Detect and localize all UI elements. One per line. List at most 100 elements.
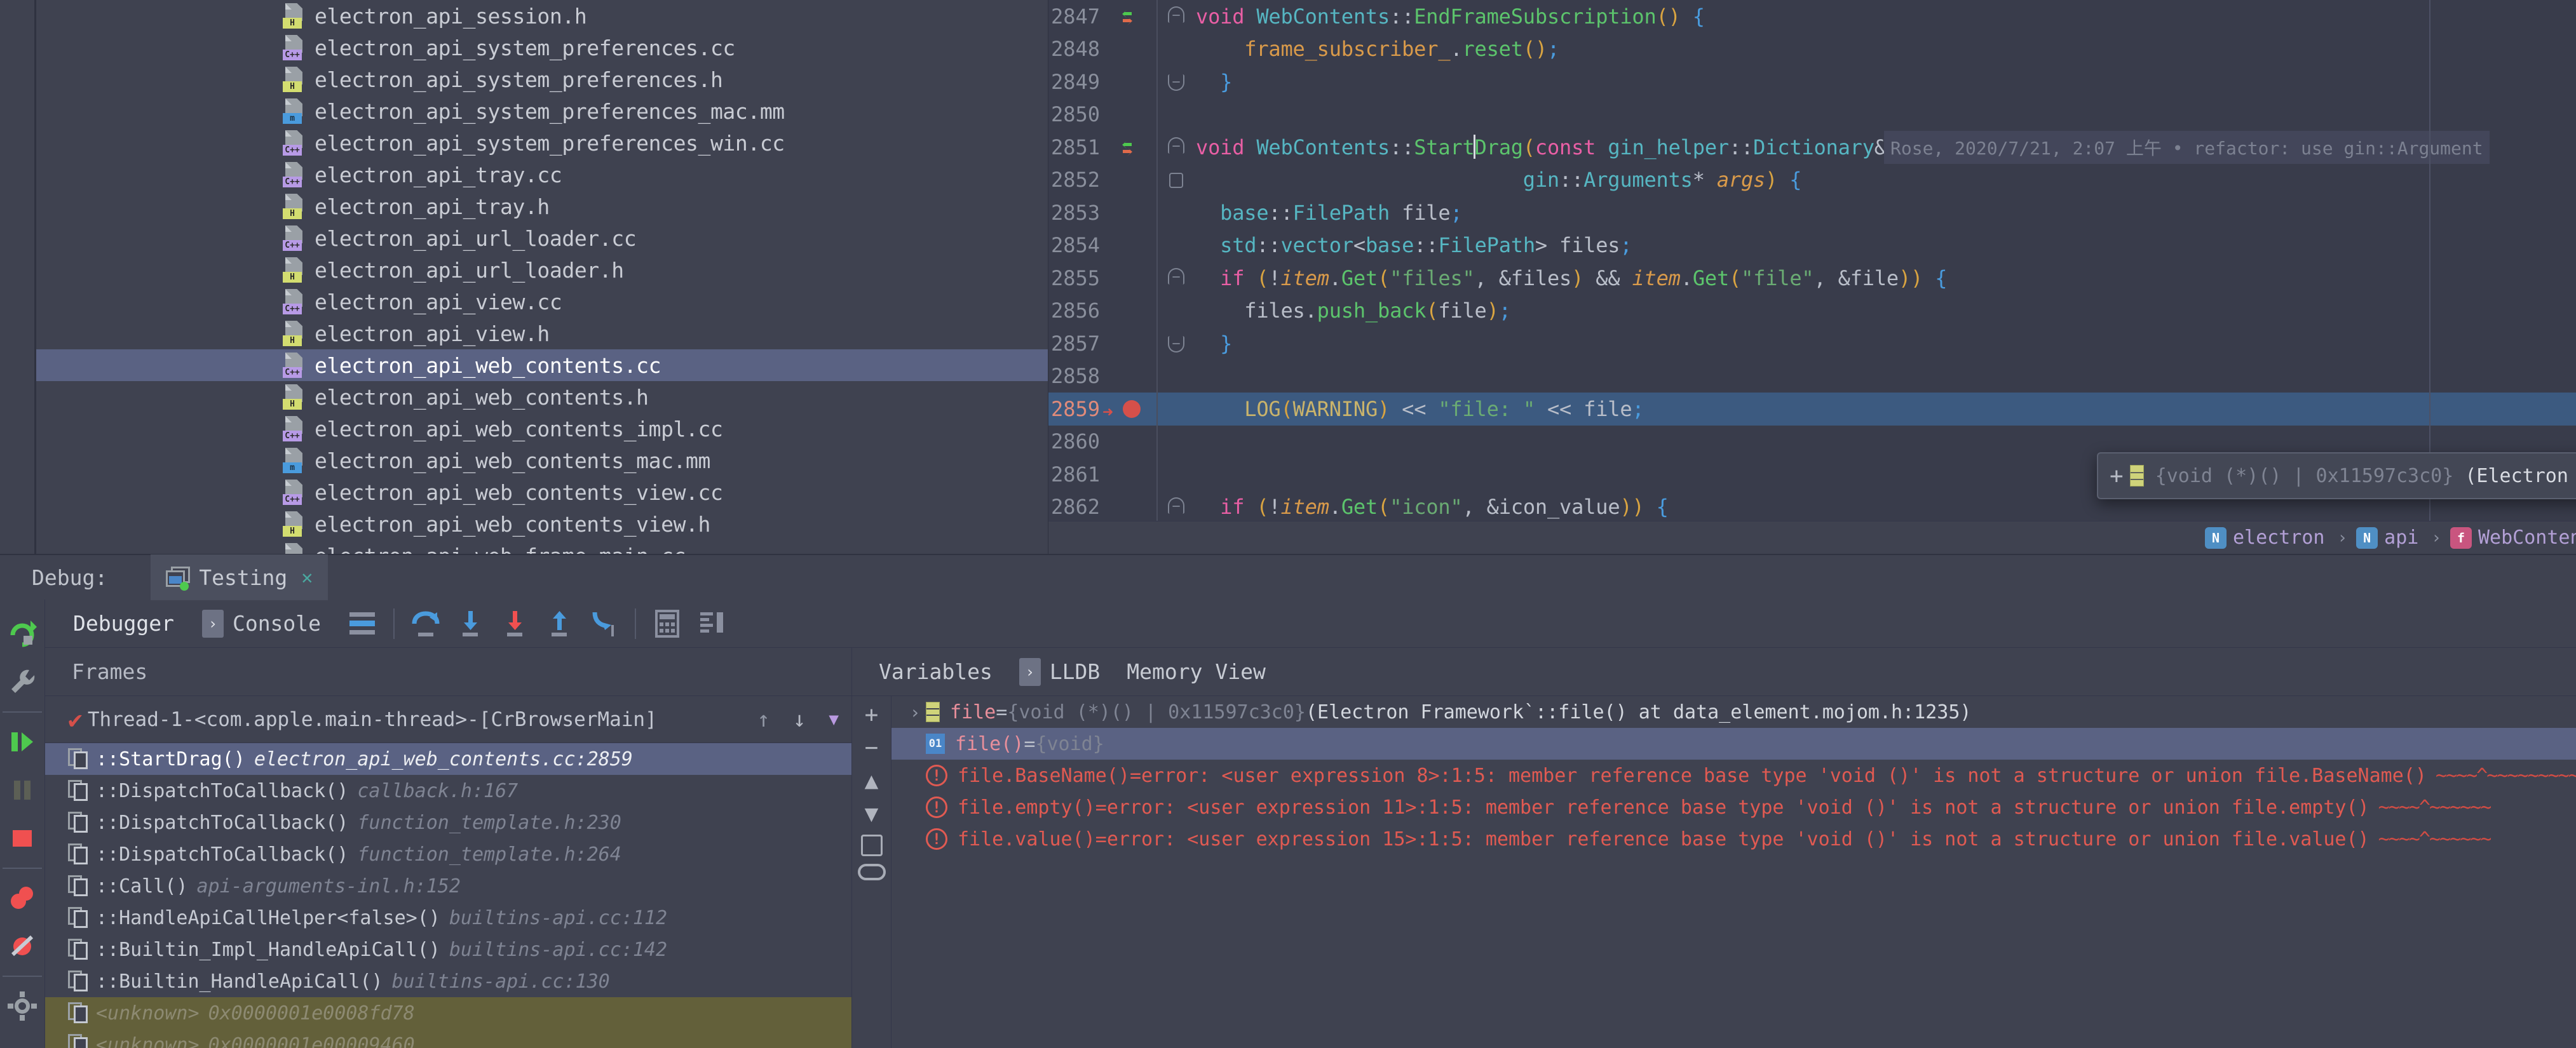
gear-icon[interactable] [0, 982, 44, 1030]
gutter-icons[interactable] [1109, 262, 1156, 295]
debug-side-toolbar[interactable] [0, 600, 45, 1048]
tree-item[interactable]: Helectron_api_tray.h [35, 191, 1048, 222]
variables-tabbar[interactable]: Variables›LLDBMemory View [852, 648, 2576, 696]
frame-row[interactable]: ::Builtin_HandleApiCall()builtins-api.cc… [45, 965, 851, 997]
tree-item[interactable]: melectron_api_system_preferences_mac.mm [35, 95, 1048, 127]
code-line[interactable]: 2857− } [1048, 327, 2576, 360]
breadcrumb-item[interactable]: fWebContents::StartDrag [2450, 527, 2576, 549]
thread-controls[interactable]: ↑ ↓ ▼ [757, 707, 839, 732]
gutter-icons[interactable] [1109, 196, 1156, 229]
variables-gutter-toolbar[interactable]: + − ▲ ▼ [852, 696, 891, 1048]
project-tree[interactable]: Helectron_api_session.hC++electron_api_s… [35, 0, 1048, 554]
gutter-icons[interactable] [1109, 98, 1156, 131]
fold-gutter[interactable] [1156, 33, 1196, 66]
frames-panel[interactable]: Frames ✔ Thread-1-<com.apple.main-thread… [45, 648, 852, 1048]
fold-end-icon[interactable]: − [1168, 74, 1184, 91]
fold-gutter[interactable] [1156, 393, 1196, 426]
fold-collapse-icon[interactable]: − [1168, 6, 1184, 23]
code-line[interactable]: 2854 std::vector<base::FilePath> files; [1048, 229, 2576, 262]
tree-item[interactable]: Helectron_api_view.h [35, 318, 1048, 349]
fold-gutter[interactable] [1156, 98, 1196, 131]
layout-icon[interactable] [340, 600, 384, 648]
tree-item[interactable]: Helectron_api_web_contents.h [35, 381, 1048, 413]
gutter-icons[interactable] [1109, 491, 1156, 524]
fold-gutter[interactable] [1156, 164, 1196, 197]
resume-icon[interactable] [0, 718, 44, 766]
variables-tab[interactable]: ›LLDB [1019, 658, 1100, 686]
fold-collapse-icon[interactable]: − [1168, 497, 1184, 514]
chevron-right-icon[interactable]: › [202, 610, 224, 638]
code-line[interactable]: 2858 [1048, 360, 2576, 393]
variables-list[interactable]: ›file = {void (*)() | 0x11597c3c0} (Elec… [891, 696, 2576, 1048]
view-breakpoints-icon[interactable] [0, 874, 44, 922]
tooltip-plus-icon[interactable]: + [2110, 463, 2124, 489]
gutter-icons[interactable] [1109, 229, 1156, 262]
tree-item[interactable]: C++electron_api_web_frame_main.cc [35, 540, 1048, 554]
gutter-icons[interactable] [1109, 131, 1156, 164]
frame-row[interactable]: <unknown>0x0000001e0008fd78 [45, 997, 851, 1029]
code-text[interactable]: if (!item.Get("files", &files) && item.G… [1196, 266, 1947, 290]
tree-item[interactable]: C++electron_api_url_loader.cc [35, 222, 1048, 254]
code-text[interactable]: } [1196, 70, 1232, 94]
code-line[interactable]: 2852 gin::Arguments* args) { [1048, 164, 2576, 197]
fold-brace-icon[interactable] [1169, 173, 1183, 188]
fold-gutter[interactable]: − [1156, 131, 1196, 164]
frame-row[interactable]: ::Call()api-arguments-inl.h:152 [45, 870, 851, 902]
breakpoint-icon[interactable] [1123, 400, 1141, 418]
tree-item[interactable]: C++electron_api_system_preferences.cc [35, 32, 1048, 64]
run-gutter-icon[interactable] [1114, 5, 1141, 29]
tree-item[interactable]: Helectron_api_session.h [35, 0, 1048, 32]
fold-end-icon[interactable]: − [1168, 336, 1184, 353]
copy-icon[interactable] [861, 835, 883, 856]
step-over-icon[interactable] [403, 600, 448, 648]
fold-gutter[interactable] [1156, 360, 1196, 393]
fold-gutter[interactable]: − [1156, 327, 1196, 360]
variable-row[interactable]: ›file = {void (*)() | 0x11597c3c0} (Elec… [891, 696, 2576, 728]
add-watch-icon[interactable]: + [865, 702, 879, 728]
code-text[interactable]: LOG(WARNING) << "file: " << file; [1196, 397, 1644, 421]
code-editor[interactable]: 2847−void WebContents::EndFrameSubscript… [1048, 0, 2576, 554]
gutter-icons[interactable] [1109, 458, 1156, 491]
fold-gutter[interactable] [1156, 458, 1196, 491]
close-icon[interactable]: ✕ [301, 567, 313, 589]
gutter-icons[interactable] [1109, 295, 1156, 328]
variable-row[interactable]: file.empty() = error: <user expression 1… [891, 791, 2576, 823]
chevron-right-icon[interactable]: › [1019, 658, 1041, 686]
pause-icon[interactable] [0, 766, 44, 814]
run-gutter-icon[interactable] [1114, 136, 1141, 160]
fold-collapse-icon[interactable]: − [1168, 137, 1184, 154]
tree-item[interactable]: melectron_api_web_contents_mac.mm [35, 445, 1048, 476]
fold-gutter[interactable]: − [1156, 491, 1196, 524]
fold-gutter[interactable]: − [1156, 262, 1196, 295]
tree-item[interactable]: C++electron_api_tray.cc [35, 159, 1048, 191]
move-down-icon[interactable]: ▼ [865, 802, 879, 827]
arrow-down-icon[interactable]: ↓ [793, 707, 806, 732]
tree-item[interactable]: Helectron_api_web_contents_view.h [35, 508, 1048, 540]
fold-gutter[interactable] [1156, 295, 1196, 328]
code-text[interactable]: gin::Arguments* args) { [1196, 168, 1801, 192]
fold-gutter[interactable] [1156, 196, 1196, 229]
variables-tab[interactable]: Memory View [1127, 659, 1266, 684]
inspect-icon[interactable] [858, 864, 886, 880]
gutter-icons[interactable] [1109, 164, 1156, 197]
code-text[interactable]: frame_subscriber_.reset(); [1196, 37, 1559, 61]
rerun-icon[interactable] [0, 610, 44, 658]
fold-gutter[interactable]: − [1156, 65, 1196, 98]
code-line[interactable]: 2859➜ LOG(WARNING) << "file: " << file; [1048, 393, 2576, 426]
code-text[interactable]: if (!item.Get("icon", &icon_value)) { [1196, 495, 1669, 519]
tree-item[interactable]: Helectron_api_url_loader.h [35, 254, 1048, 286]
code-text[interactable]: void WebContents::EndFrameSubscription()… [1196, 4, 1705, 29]
frame-row[interactable]: ::Builtin_Impl_HandleApiCall()builtins-a… [45, 934, 851, 965]
variable-row[interactable]: 01file() = {void} [891, 728, 2576, 760]
step-out-icon[interactable] [537, 600, 581, 648]
fold-gutter[interactable] [1156, 426, 1196, 459]
evaluate-expression-icon[interactable] [645, 600, 689, 648]
variables-panel[interactable]: Variables›LLDBMemory View + − ▲ ▼ ›file … [852, 648, 2576, 1048]
expand-arrow-icon[interactable]: › [904, 702, 926, 723]
gutter-icons[interactable] [1109, 33, 1156, 66]
frame-row[interactable]: <unknown>0x0000001e00009460 [45, 1029, 851, 1048]
fold-gutter[interactable]: − [1156, 0, 1196, 33]
gutter-icons[interactable] [1109, 360, 1156, 393]
chevron-down-icon[interactable]: ▼ [829, 710, 839, 729]
breadcrumb-item[interactable]: Napi [2356, 527, 2418, 549]
